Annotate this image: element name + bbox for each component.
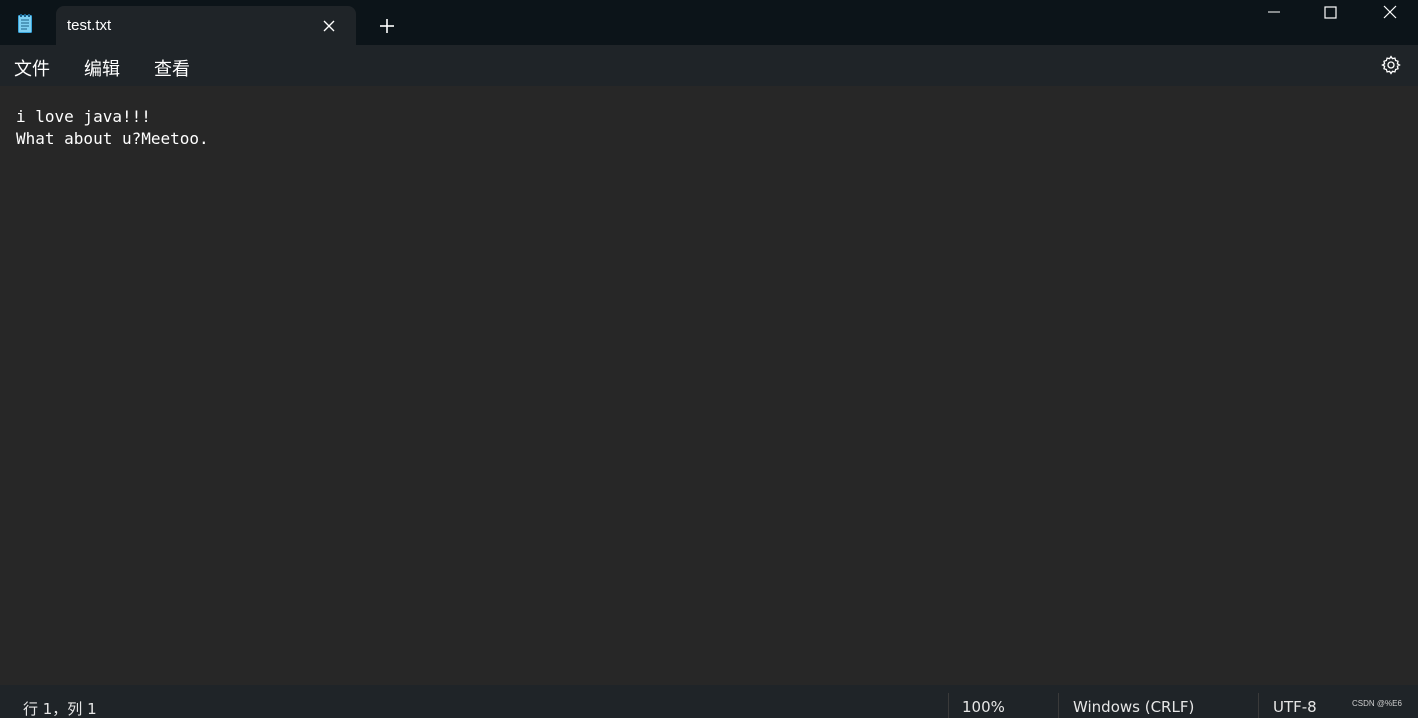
tab-test-txt[interactable]: test.txt (56, 6, 356, 45)
status-divider (948, 693, 949, 718)
watermark: CSDN @%E6 (1352, 699, 1402, 708)
close-icon[interactable] (319, 16, 339, 36)
menu-file[interactable]: 文件 (14, 55, 50, 81)
notepad-window: test.txt 文件 编辑 查看 i love java!!! What ab… (0, 0, 1418, 718)
menu-view[interactable]: 查看 (154, 55, 190, 81)
gear-icon[interactable] (1380, 54, 1402, 76)
plus-icon[interactable] (376, 15, 398, 37)
zoom-level[interactable]: 100% (962, 698, 1005, 716)
notepad-icon (18, 14, 32, 33)
editor-line: i love java!!! (16, 107, 151, 126)
minimize-icon[interactable] (1246, 0, 1304, 26)
encoding[interactable]: UTF-8 (1273, 698, 1317, 716)
status-divider (1058, 693, 1059, 718)
status-bar: 行 1，列 1 100% Windows (CRLF) UTF-8 CSDN @… (0, 685, 1418, 718)
tab-title: test.txt (67, 17, 112, 34)
line-ending[interactable]: Windows (CRLF) (1073, 698, 1194, 716)
status-divider (1258, 693, 1259, 718)
maximize-icon[interactable] (1302, 0, 1360, 26)
menu-edit[interactable]: 编辑 (84, 55, 120, 81)
title-bar: test.txt (0, 0, 1418, 45)
text-editor[interactable]: i love java!!! What about u?Meetoo. (0, 86, 1418, 685)
cursor-position: 行 1，列 1 (23, 700, 97, 718)
window-close-icon[interactable] (1360, 0, 1418, 26)
menu-bar: 文件 编辑 查看 (0, 45, 1418, 86)
editor-line: What about u?Meetoo. (16, 129, 209, 148)
